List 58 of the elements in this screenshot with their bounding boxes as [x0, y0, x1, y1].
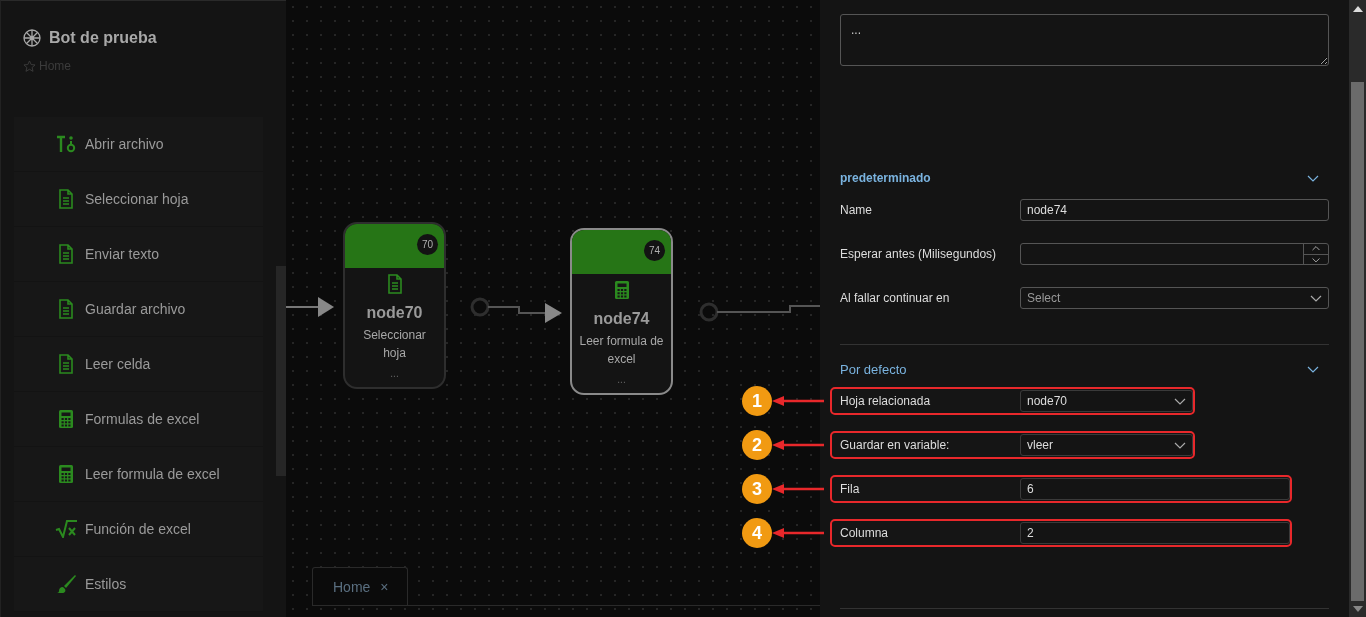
callout-arrow	[772, 395, 824, 407]
node-more: ...	[389, 368, 400, 379]
star-icon	[23, 59, 36, 73]
scrollbar-thumb[interactable]	[276, 266, 286, 476]
document-icon	[58, 354, 74, 374]
node-subtitle: Seleccionar hoja	[362, 327, 427, 362]
tab-label: Home	[333, 578, 371, 595]
flow-node[interactable]: 70 node70 Seleccionar hoja ...	[343, 222, 446, 389]
chevron-down-icon[interactable]	[1307, 365, 1319, 373]
node-name: node70	[365, 304, 424, 322]
document-icon	[58, 299, 74, 319]
callout-arrow	[772, 527, 824, 539]
calculator-icon	[58, 464, 74, 484]
text-field[interactable]: node74	[1020, 199, 1329, 221]
field-label: Guardar en variable:	[840, 438, 951, 452]
document-icon	[386, 274, 403, 294]
select-field[interactable]: node70	[1020, 390, 1193, 412]
flow-node[interactable]: 74 node74 Leer formula de excel ...	[570, 228, 673, 395]
wheel-icon	[23, 29, 41, 47]
callout-arrow	[772, 439, 824, 451]
scrollbar-thumb[interactable]	[1351, 82, 1364, 601]
connector-arrow	[286, 297, 334, 317]
square-root-icon	[55, 520, 77, 538]
text-field[interactable]: 6	[1020, 478, 1290, 500]
node-subtitle: Leer formula de excel	[578, 333, 665, 368]
field-label: Columna	[840, 526, 890, 540]
bot-title: Bot de prueba	[49, 29, 157, 47]
chevron-down-icon[interactable]	[1174, 441, 1186, 449]
description-field[interactable]: ...	[840, 14, 1329, 66]
spinner-icon[interactable]	[1303, 244, 1328, 264]
field-label: Esperar antes (Milisegundos)	[840, 247, 998, 261]
node-badge: 74	[644, 240, 665, 261]
calculator-icon	[58, 409, 74, 429]
brush-icon	[56, 574, 76, 594]
number-field[interactable]	[1020, 243, 1329, 265]
section-title[interactable]: predeterminado	[840, 171, 931, 185]
document-icon	[58, 189, 74, 209]
calculator-icon	[613, 280, 630, 300]
document-icon	[58, 244, 74, 264]
field-label: Hoja relacionada	[840, 394, 932, 408]
field-label: Al fallar continuar en	[840, 291, 951, 305]
text-field[interactable]: 2	[1020, 522, 1290, 544]
node-more: ...	[616, 374, 627, 385]
chevron-down-icon[interactable]	[1307, 174, 1319, 182]
scroll-down-icon[interactable]	[1353, 606, 1363, 612]
node-name: node74	[592, 310, 651, 328]
section-title[interactable]: Por defecto	[840, 361, 907, 377]
scroll-up-icon[interactable]	[1353, 6, 1363, 12]
select-field[interactable]: Select	[1020, 287, 1329, 309]
callout-arrow	[772, 483, 824, 495]
chevron-down-icon[interactable]	[1310, 294, 1322, 302]
close-icon[interactable]: ×	[380, 578, 389, 595]
field-label: Name	[840, 203, 873, 217]
node-badge: 70	[417, 234, 438, 255]
chevron-down-icon[interactable]	[1174, 397, 1186, 405]
select-field[interactable]: vleer	[1020, 434, 1193, 456]
field-label: Fila	[840, 482, 861, 496]
tab[interactable]: Home ×	[312, 567, 408, 605]
